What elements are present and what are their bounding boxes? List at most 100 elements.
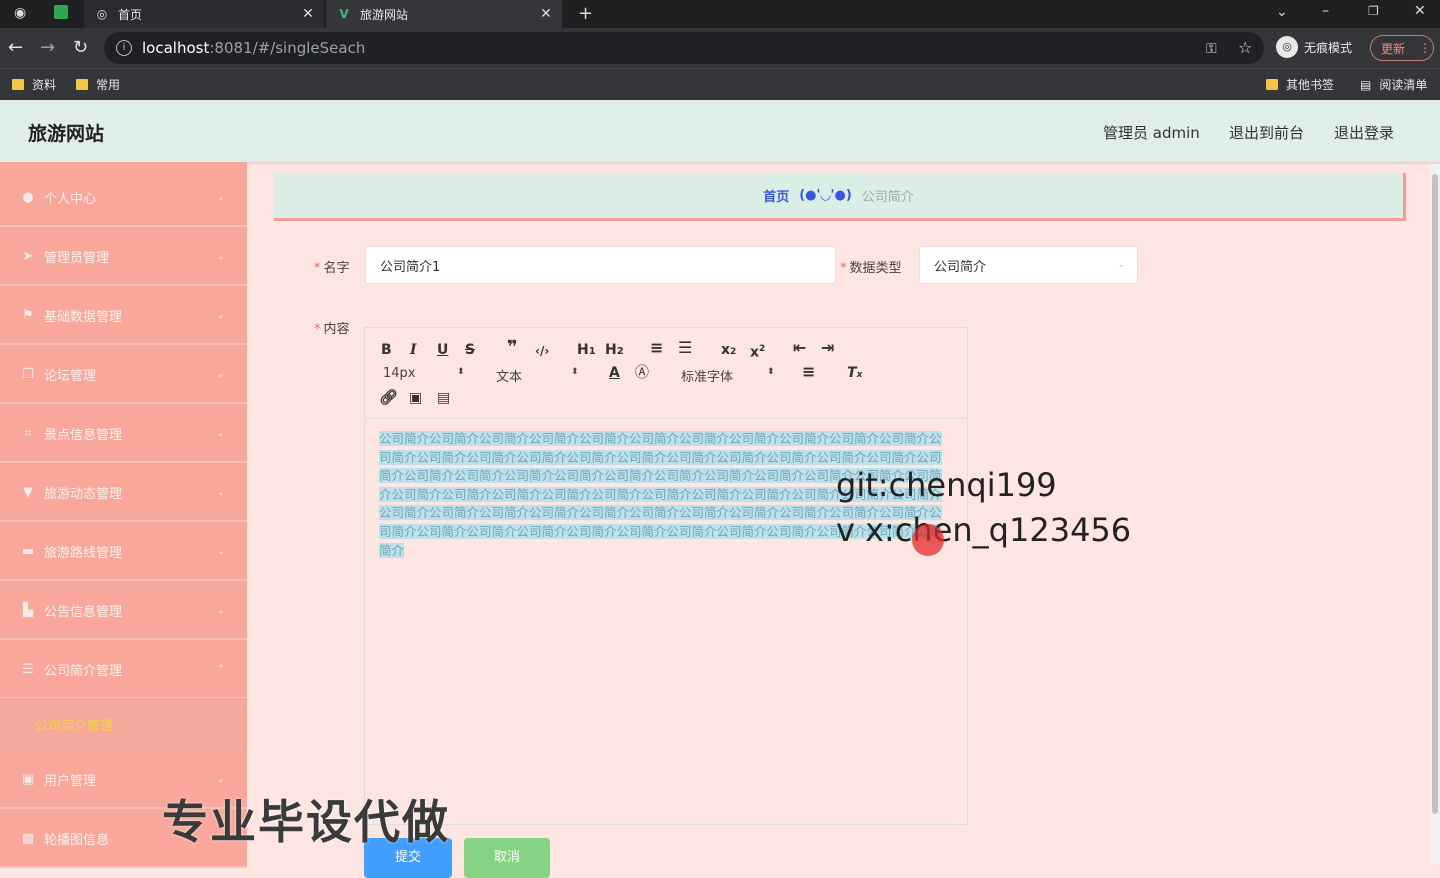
sidebar-item-admin[interactable]: ➤ 管理员管理 ⌄ <box>0 229 247 286</box>
outdent-icon[interactable]: ⇤ <box>793 340 806 356</box>
sidebar-item-travel-routes[interactable]: ▬ 旅游路线管理 ⌄ <box>0 524 247 581</box>
close-window-icon[interactable]: ✕ <box>1414 3 1426 19</box>
header2-icon[interactable]: H2 <box>605 342 624 360</box>
scrollbar-thumb[interactable] <box>1432 174 1438 814</box>
forward-icon[interactable]: → <box>40 37 55 59</box>
logout-link[interactable]: 退出登录 <box>1334 122 1394 143</box>
content-label-text: 内容 <box>323 322 350 337</box>
browser-menu-icon[interactable]: ◉ <box>14 5 26 21</box>
shop-icon: ▙ <box>23 603 33 618</box>
sheets-tab-icon[interactable] <box>54 5 68 19</box>
close-tab-icon[interactable]: ✕ <box>298 6 318 22</box>
font-family-select[interactable]: 标准字体 ⬍ <box>681 366 777 385</box>
info-icon[interactable]: i <box>116 40 132 56</box>
key-icon[interactable]: ⚿ <box>1206 38 1217 60</box>
content-label: * 内容 <box>314 318 350 337</box>
star-icon[interactable]: ☆ <box>1238 37 1252 59</box>
picture-icon: ▩ <box>21 831 35 846</box>
chevron-down-icon: ⌄ <box>216 251 225 262</box>
sidebar-item-personal-center[interactable]: ● 个人中心 ⌄ <box>0 170 247 227</box>
cancel-button[interactable]: 取消 <box>464 838 550 878</box>
url-path: :8081/#/singleSeach <box>209 39 366 57</box>
sidebar-item-label: 轮播图信息 <box>44 833 110 848</box>
folder-icon <box>76 79 88 90</box>
chevron-down-icon: ⌄ <box>216 428 225 439</box>
name-input[interactable]: 公司简介1 <box>365 246 836 284</box>
underline-icon[interactable]: U <box>437 342 448 358</box>
sidebar-item-forum[interactable]: ❐ 论坛管理 ⌄ <box>0 347 247 404</box>
incognito-icon: ◎ <box>1276 36 1298 58</box>
font-size-value: 14px <box>383 366 416 381</box>
bookmark-folder-common[interactable]: 常用 <box>76 76 120 93</box>
video-icon[interactable]: ▤ <box>437 390 450 406</box>
italic-icon[interactable]: I <box>410 342 417 358</box>
sort-caret-icon: ⬍ <box>571 367 579 377</box>
update-label: 更新 <box>1381 41 1406 56</box>
reading-list[interactable]: ▤ 阅读清单 <box>1360 76 1427 93</box>
more-icon: ⋮ <box>1419 41 1432 55</box>
sidebar-subitem-label: 公司简介管理 <box>35 718 114 734</box>
message-icon: ▬ <box>21 544 35 559</box>
strikethrough-icon[interactable]: S <box>465 342 475 358</box>
bookmark-folder-resources[interactable]: 资料 <box>12 76 56 93</box>
type-select[interactable]: 公司简介 ⌄ <box>919 246 1138 284</box>
superscript-icon[interactable]: x2 <box>750 341 765 361</box>
tab-travel-site[interactable]: V 旅游网站 ✕ <box>326 0 562 28</box>
page-scrollbar[interactable] <box>1430 164 1440 864</box>
admin-label: 管理员 admin <box>1103 124 1200 142</box>
blockquote-icon[interactable]: ❞ <box>507 339 518 357</box>
close-tab-icon[interactable]: ✕ <box>536 6 556 22</box>
breadcrumb-home[interactable]: 首页 <box>763 186 789 205</box>
bullet-list-icon[interactable]: ☰ <box>678 340 692 356</box>
sidebar-item-travel-news[interactable]: ▼ 旅游动态管理 ⌄ <box>0 465 247 522</box>
sort-caret-icon: ⬍ <box>767 367 775 377</box>
font-color-icon[interactable]: A <box>609 365 620 381</box>
link-icon[interactable]: 🔗︎ <box>379 389 398 405</box>
sidebar-item-base-data[interactable]: ⚑ 基础数据管理 ⌄ <box>0 288 247 345</box>
chevron-down-icon: ⌄ <box>1117 260 1125 270</box>
copy-icon: ❐ <box>22 367 34 382</box>
subscript-icon[interactable]: x2 <box>721 342 736 360</box>
incognito-indicator[interactable]: ◎ 无痕模式 <box>1276 36 1352 58</box>
new-tab-icon[interactable]: + <box>578 3 593 24</box>
bookmarks-bar: 资料 常用 其他书签 ▤ 阅读清单 <box>0 68 1440 100</box>
tab-title: 旅游网站 <box>360 7 409 22</box>
ordered-list-icon[interactable]: ≡ <box>650 340 663 356</box>
align-icon[interactable]: ≡ <box>802 364 815 380</box>
browser-tab-bar: ◉ ◎ 首页 ✕ V 旅游网站 ✕ + ⌄ – ❐ ✕ <box>0 0 1440 28</box>
bold-icon[interactable]: B <box>381 342 392 358</box>
sidebar-item-notices[interactable]: ▙ 公告信息管理 ⌄ <box>0 583 247 640</box>
minimize-icon[interactable]: – <box>1322 3 1329 19</box>
restore-icon[interactable]: ❐ <box>1368 4 1379 18</box>
bookmark-other[interactable]: 其他书签 <box>1266 76 1334 93</box>
code-block-icon[interactable]: ‹/› <box>535 343 549 359</box>
sidebar-item-company-intro[interactable]: ☰ 公司简介管理 ⌃ <box>0 642 247 699</box>
header1-icon[interactable]: H1 <box>577 342 596 360</box>
mouse-cursor-icon <box>912 524 944 556</box>
chevron-down-icon: ⌄ <box>216 192 225 203</box>
type-label-text: 数据类型 <box>849 261 902 276</box>
background-color-icon[interactable]: Ⓐ <box>635 365 649 381</box>
update-button[interactable]: 更新 ⋮ <box>1370 35 1434 61</box>
incognito-label: 无痕模式 <box>1304 40 1353 55</box>
exit-to-front-link[interactable]: 退出到前台 <box>1229 122 1304 143</box>
back-icon[interactable]: ← <box>8 37 23 59</box>
bookmark-label: 常用 <box>96 78 121 92</box>
header-style-select[interactable]: 文本 ⬍ <box>496 366 582 385</box>
font-size-select[interactable]: 14px ⬍ <box>383 366 465 381</box>
clear-format-icon[interactable]: Tx <box>847 365 862 383</box>
name-input-value: 公司简介1 <box>380 259 441 275</box>
indent-icon[interactable]: ⇥ <box>821 340 834 356</box>
image-icon[interactable]: ▣ <box>409 390 422 406</box>
sidebar-item-scenic[interactable]: ⌗ 景点信息管理 ⌄ <box>0 406 247 463</box>
reload-icon[interactable]: ↻ <box>73 37 88 59</box>
tab-home[interactable]: ◎ 首页 ✕ <box>84 0 324 28</box>
url-input[interactable]: i localhost:8081/#/singleSeach <box>104 32 1264 64</box>
name-label: * 名字 <box>314 257 350 276</box>
sidebar-subitem-company-intro[interactable]: 公司简介管理 <box>0 698 247 750</box>
overlay-wechat-text: v x:chen_q123456 <box>836 511 1132 549</box>
type-label: * 数据类型 <box>840 257 902 276</box>
tab-search-icon[interactable]: ⌄ <box>1276 4 1288 20</box>
rich-text-editor: B I U S ❞ ‹/› H1 H2 ≡ ☰ x2 x2 ⇤ ⇥ 14px ⬍… <box>364 327 968 825</box>
chevron-down-icon: ⌄ <box>216 546 225 557</box>
